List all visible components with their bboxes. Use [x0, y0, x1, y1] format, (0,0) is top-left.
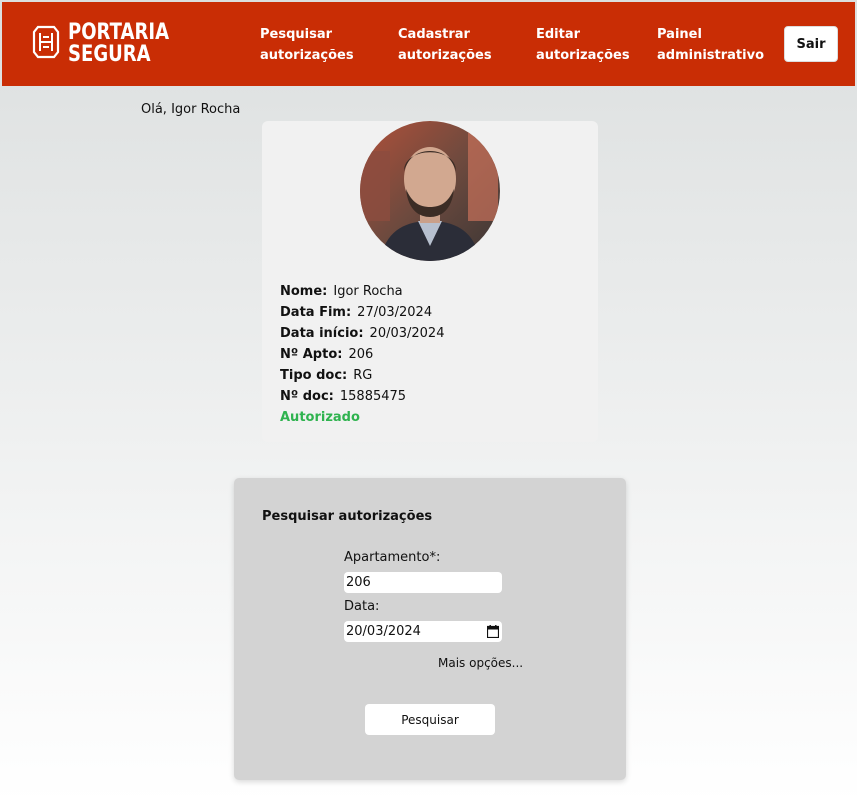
- status-badge: Autorizado: [280, 410, 360, 425]
- shield-logo-icon: [32, 24, 60, 64]
- brand-logo[interactable]: PORTARIA SEGURA: [32, 18, 191, 70]
- logout-button[interactable]: Sair: [784, 26, 838, 62]
- calendar-icon[interactable]: [486, 625, 500, 642]
- profile-photo: [360, 121, 500, 261]
- authorization-details: Nome: Igor Rocha Data Fim: 27/03/2024 Data…: [280, 281, 444, 428]
- user-greeting: Olá, Igor Rocha: [141, 102, 241, 117]
- search-button[interactable]: Pesquisar: [365, 704, 495, 735]
- top-navbar: PORTARIA SEGURA Pesquisar autorizações Ca…: [2, 2, 855, 86]
- date-input[interactable]: 20/03/2024: [344, 621, 502, 642]
- nav-editar-autorizacoes[interactable]: Editar autorizações: [536, 24, 630, 66]
- nav-painel-administrativo[interactable]: Painel administrativo: [657, 24, 764, 66]
- nav-cadastrar-autorizacoes[interactable]: Cadastrar autorizações: [398, 24, 492, 66]
- detail-row-tipo-doc: Tipo doc: RG: [280, 368, 373, 383]
- detail-row-apto: Nº Apto: 206: [280, 347, 374, 362]
- detail-row-num-doc: Nº doc: 15885475: [280, 389, 407, 404]
- brand-name: PORTARIA SEGURA: [68, 20, 170, 67]
- date-label: Data:: [344, 599, 380, 614]
- more-options-link[interactable]: Mais opções...: [438, 656, 523, 670]
- authorization-card: Nome: Igor Rocha Data Fim: 27/03/2024 Data…: [262, 121, 598, 442]
- detail-row-data-inicio: Data início: 20/03/2024: [280, 326, 445, 341]
- search-form-panel: Pesquisar autorizações Apartamento*: 206…: [234, 478, 626, 780]
- detail-row-data-fim: Data Fim: 27/03/2024: [280, 305, 433, 320]
- search-form-title: Pesquisar autorizações: [262, 509, 433, 524]
- apartment-label: Apartamento*:: [344, 550, 441, 565]
- apartment-input[interactable]: 206: [344, 572, 502, 593]
- detail-row-nome: Nome: Igor Rocha: [280, 284, 403, 299]
- nav-pesquisar-autorizacoes[interactable]: Pesquisar autorizações: [260, 24, 354, 66]
